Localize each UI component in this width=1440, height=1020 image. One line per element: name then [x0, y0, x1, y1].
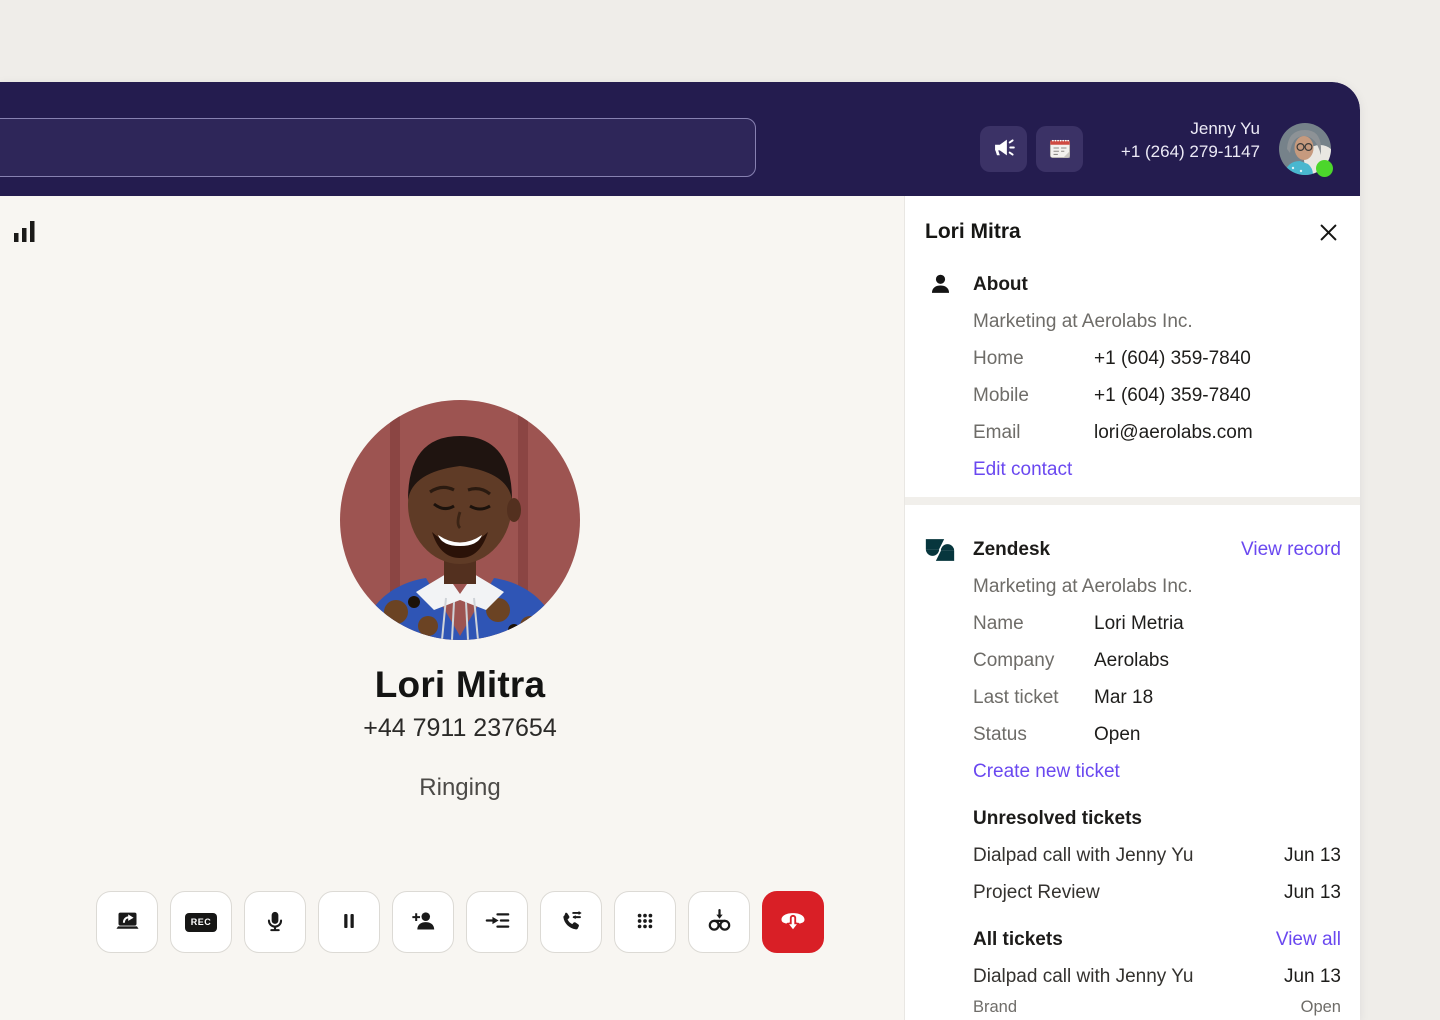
voicemail-icon: [706, 907, 733, 937]
app-window: Jenny Yu +1 (264) 279-1147: [0, 82, 1360, 1020]
field-label: Name: [973, 605, 1094, 642]
end-call-button[interactable]: [762, 891, 824, 953]
hold-button[interactable]: [318, 891, 380, 953]
field-label: Mobile: [973, 377, 1094, 414]
add-caller-button[interactable]: [392, 891, 454, 953]
about-row-mobile: Mobile +1 (604) 359-7840: [973, 377, 1341, 414]
record-button[interactable]: REC: [170, 891, 232, 953]
about-row-email: Email lori@aerolabs.com: [973, 414, 1341, 451]
voicemail-drop-button[interactable]: [688, 891, 750, 953]
field-value: Lori Metria: [1094, 605, 1184, 642]
caller-name: Lori Mitra: [0, 664, 920, 706]
zendesk-logo-icon: [925, 537, 955, 563]
ticket-date: Jun 13: [1284, 837, 1341, 874]
zendesk-row-status: Status Open: [973, 716, 1341, 753]
zendesk-heading: Zendesk: [973, 531, 1050, 568]
dialpad-button[interactable]: [614, 891, 676, 953]
megaphone-icon: [990, 134, 1017, 164]
contact-sidebar: Lori Mitra: [904, 196, 1360, 1020]
field-label: Company: [973, 642, 1094, 679]
field-value: +1 (604) 359-7840: [1094, 377, 1251, 414]
field-label: Home: [973, 340, 1094, 377]
about-subtitle: Marketing at Aerolabs Inc.: [973, 303, 1341, 340]
field-label: Status: [973, 716, 1094, 753]
schedule-button[interactable]: [1036, 126, 1083, 172]
zendesk-row-last-ticket: Last ticket Mar 18: [973, 679, 1341, 716]
current-user-name: Jenny Yu: [1121, 117, 1260, 140]
sidebar-contact-title: Lori Mitra: [925, 218, 1021, 246]
field-label: Last ticket: [973, 679, 1094, 716]
ticket-date: Jun 13: [1284, 958, 1341, 995]
ticket-row[interactable]: Dialpad call with Jenny Yu Jun 13: [973, 958, 1341, 995]
close-sidebar-button[interactable]: [1316, 220, 1341, 248]
call-status: Ringing: [0, 774, 920, 802]
edit-contact-link[interactable]: Edit contact: [973, 451, 1072, 488]
arrow-into-list-icon: [484, 907, 511, 937]
zendesk-row-company: Company Aerolabs: [973, 642, 1341, 679]
ticket-brand: Brand: [973, 995, 1017, 1019]
search-input[interactable]: [0, 118, 756, 177]
ticket-row[interactable]: Dialpad call with Jenny Yu Jun 13: [973, 837, 1341, 874]
add-person-icon: [410, 907, 437, 937]
field-value: +1 (604) 359-7840: [1094, 340, 1251, 377]
transfer-call-button[interactable]: [540, 891, 602, 953]
ticket-title: Dialpad call with Jenny Yu: [973, 837, 1193, 874]
create-new-ticket-link[interactable]: Create new ticket: [973, 753, 1120, 790]
field-value: lori@aerolabs.com: [1094, 414, 1253, 451]
about-heading: About: [973, 266, 1028, 303]
current-user-phone: +1 (264) 279-1147: [1121, 140, 1260, 163]
zendesk-subtitle: Marketing at Aerolabs Inc.: [973, 568, 1341, 605]
field-label: Email: [973, 414, 1094, 451]
ticket-date: Jun 13: [1284, 874, 1341, 911]
presence-indicator: [1316, 160, 1333, 177]
field-value: Aerolabs: [1094, 642, 1169, 679]
ticket-row[interactable]: Project Review Jun 13: [973, 874, 1341, 911]
call-controls: REC: [96, 891, 824, 953]
caller-photo: [340, 400, 580, 640]
share-screen-icon: [114, 907, 141, 937]
view-record-link[interactable]: View record: [1241, 531, 1341, 568]
call-panel: Lori Mitra +44 7911 237654 Ringing: [0, 196, 904, 1020]
add-to-queue-button[interactable]: [466, 891, 528, 953]
mute-button[interactable]: [244, 891, 306, 953]
field-value: Mar 18: [1094, 679, 1153, 716]
avatar[interactable]: [1279, 123, 1331, 175]
announcement-button[interactable]: [980, 126, 1027, 172]
ticket-title: Project Review: [973, 874, 1100, 911]
end-call-icon: [778, 906, 808, 939]
current-user-info: Jenny Yu +1 (264) 279-1147: [1121, 117, 1260, 163]
caller-phone: +44 7911 237654: [0, 714, 920, 743]
ticket-title: Dialpad call with Jenny Yu: [973, 958, 1193, 995]
calendar-icon: [1046, 134, 1074, 165]
field-value: Open: [1094, 716, 1140, 753]
view-all-link[interactable]: View all: [1276, 921, 1341, 958]
unresolved-tickets-heading: Unresolved tickets: [973, 800, 1142, 837]
microphone-icon: [262, 908, 288, 937]
ticket-sub-row: Brand Open: [973, 995, 1341, 1019]
dialpad-icon: [632, 908, 658, 937]
about-row-home: Home +1 (604) 359-7840: [973, 340, 1341, 377]
bar-chart-icon: [14, 234, 36, 249]
ticket-status: Open: [1301, 995, 1341, 1019]
share-screen-button[interactable]: [96, 891, 158, 953]
topbar: Jenny Yu +1 (264) 279-1147: [0, 82, 1360, 196]
desktop-background: Jenny Yu +1 (264) 279-1147: [0, 0, 1440, 1020]
person-icon: [925, 272, 955, 297]
pause-icon: [336, 908, 362, 937]
call-stats-button[interactable]: [14, 220, 36, 249]
phone-transfer-icon: [558, 907, 585, 937]
zendesk-card: Zendesk View record Marketing at Aerolab…: [905, 505, 1360, 1020]
close-icon: [1320, 229, 1337, 244]
record-icon: REC: [185, 913, 218, 932]
all-tickets-heading: All tickets: [973, 921, 1063, 958]
about-card: Lori Mitra: [905, 196, 1360, 497]
zendesk-row-name: Name Lori Metria: [973, 605, 1341, 642]
